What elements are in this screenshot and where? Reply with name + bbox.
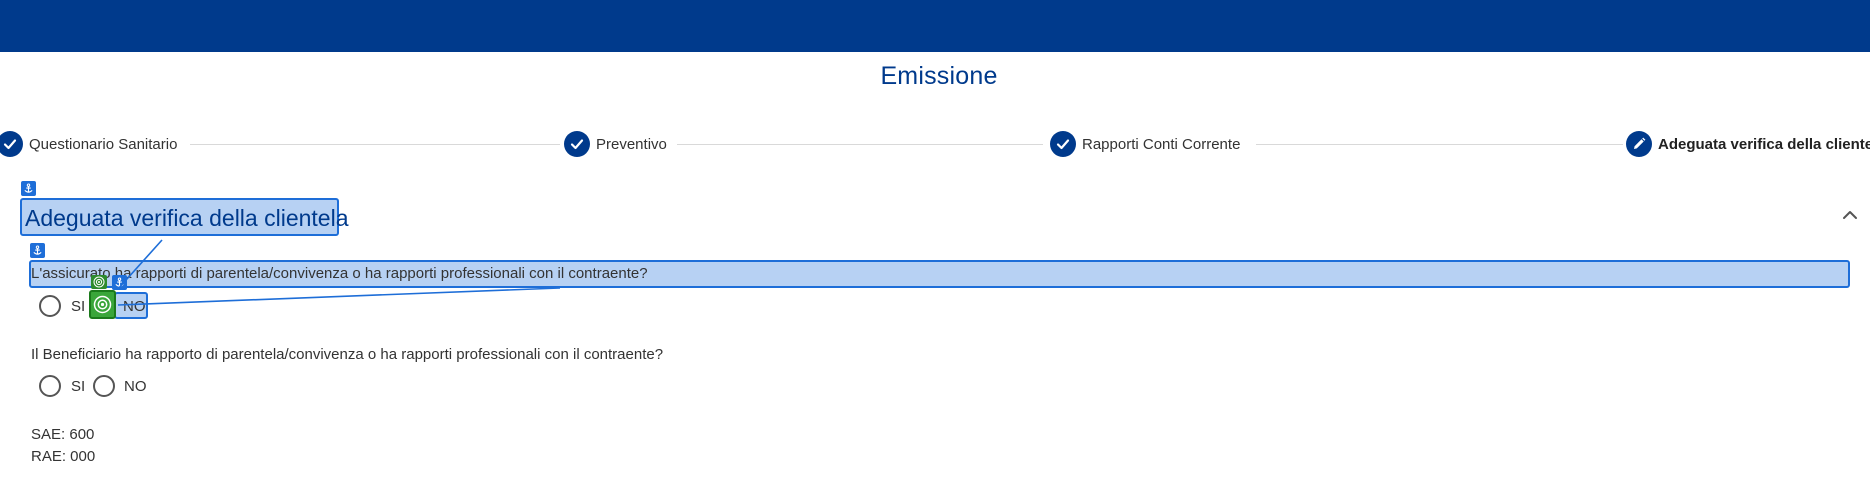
target-icon: [93, 295, 112, 314]
rae-code: RAE: 000: [31, 448, 96, 465]
anchor-icon: [30, 243, 45, 258]
top-header-bar: [0, 0, 1870, 52]
radio-label-si: SI: [71, 298, 86, 315]
step-label: Questionario Sanitario: [29, 135, 178, 153]
anchor-icon: [21, 181, 36, 196]
step-preventivo[interactable]: Preventivo: [564, 129, 667, 159]
check-icon: [0, 131, 23, 157]
step-label: Preventivo: [596, 135, 667, 153]
radio-no-beneficiario[interactable]: [93, 375, 115, 397]
step-rapporti-conti-corrente[interactable]: Rapporti Conti Corrente: [1050, 129, 1240, 159]
section-title: Adeguata verifica della clientela: [20, 198, 348, 236]
radio-si-assicurato[interactable]: [39, 295, 61, 317]
page-title: Emissione: [880, 62, 998, 90]
step-label: Rapporti Conti Corrente: [1082, 135, 1241, 153]
target-icon: [91, 275, 107, 289]
chevron-up-icon[interactable]: [1840, 207, 1860, 223]
check-icon: [564, 131, 590, 157]
radio-si-beneficiario[interactable]: [39, 375, 61, 397]
radio-label-no: NO: [123, 298, 146, 315]
step-label: Adeguata verifica della cliente: [1658, 135, 1870, 153]
radio-label-no: NO: [124, 378, 147, 395]
progress-stepper: Questionario Sanitario Preventivo Rappor…: [0, 129, 1870, 159]
question-beneficiario: Il Beneficiario ha rapporto di parentela…: [31, 346, 664, 363]
stepper-connector-line: [190, 144, 560, 145]
sae-code: SAE: 600: [31, 426, 95, 443]
step-questionario-sanitario[interactable]: Questionario Sanitario: [0, 129, 177, 159]
stepper-connector-line: [677, 144, 1043, 145]
step-adeguata-verifica[interactable]: Adeguata verifica della cliente: [1626, 129, 1870, 159]
check-icon: [1050, 131, 1076, 157]
pencil-icon: [1626, 131, 1652, 157]
radio-no-assicurato[interactable]: [89, 290, 116, 319]
stepper-connector-line: [1256, 144, 1623, 145]
anchor-icon: [112, 275, 127, 290]
radio-label-si: SI: [71, 378, 86, 395]
